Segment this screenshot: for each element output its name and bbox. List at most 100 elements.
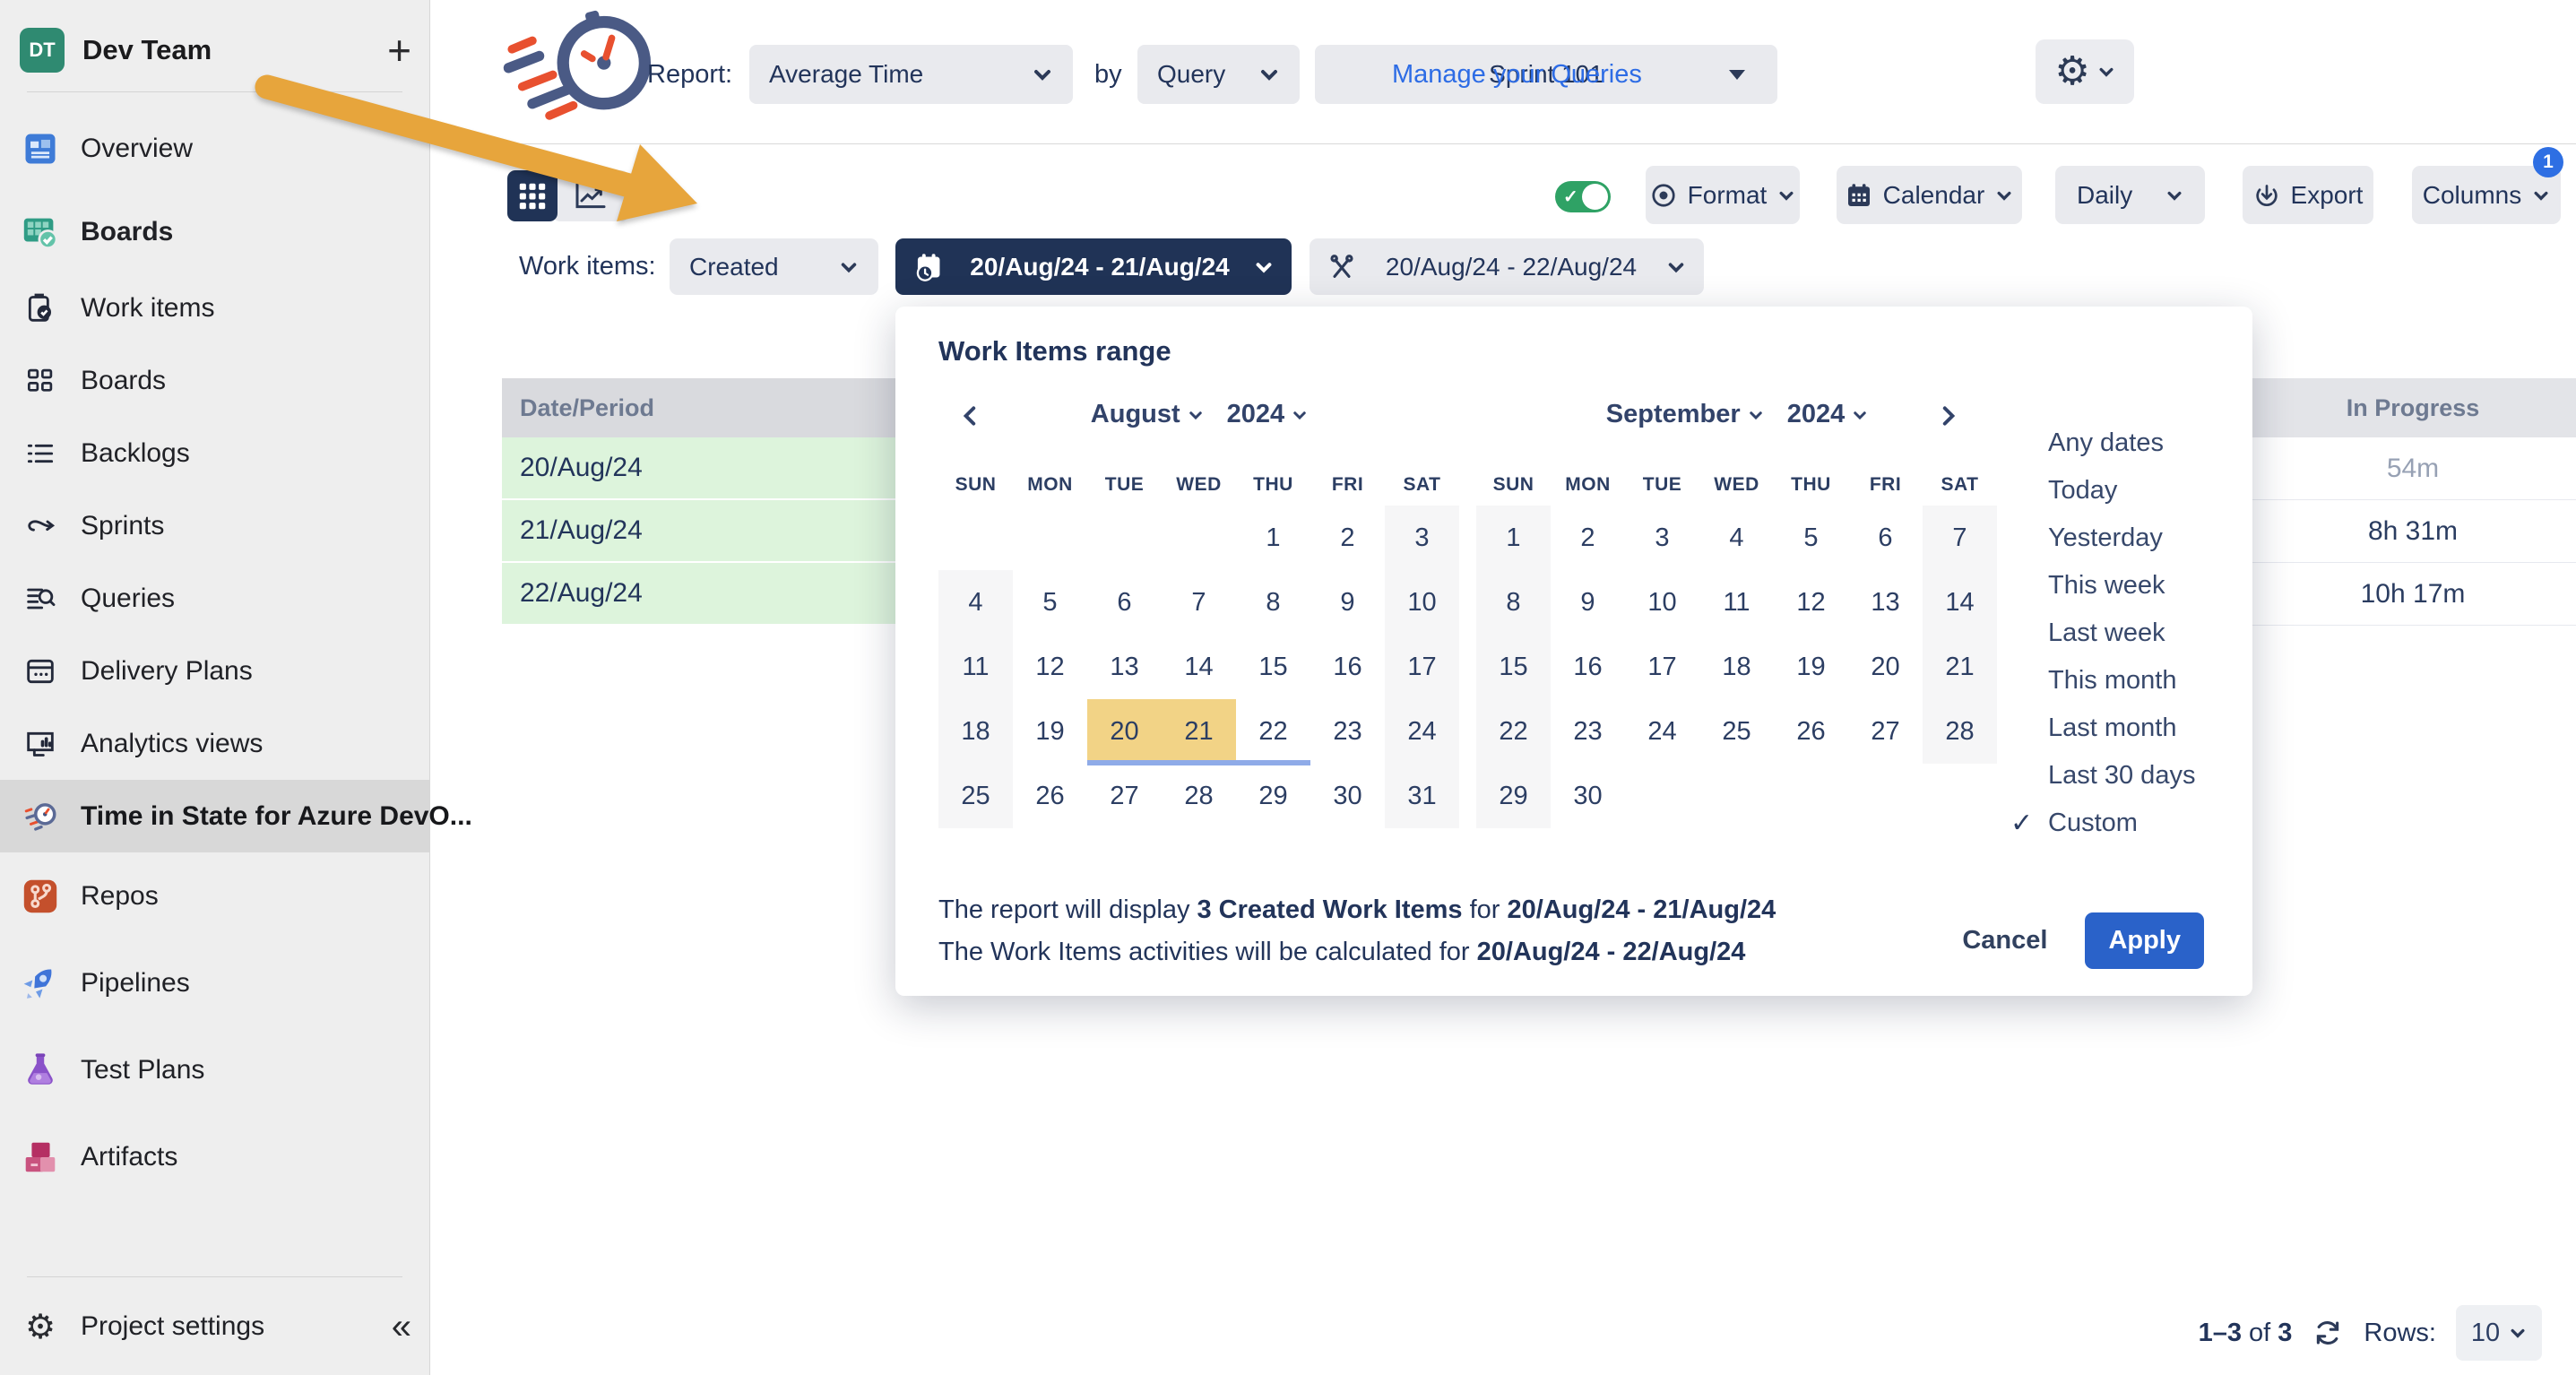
work-items-state-dropdown[interactable]: Created (670, 238, 878, 295)
calendar-day[interactable]: 11 (1699, 570, 1774, 635)
calendar-day[interactable]: 5 (1013, 570, 1087, 635)
sidebar-item-analytics-views[interactable]: Analytics views (0, 707, 429, 780)
calendar-day[interactable]: 6 (1087, 570, 1162, 635)
calendar-day[interactable]: 1 (1236, 506, 1310, 570)
add-project-button[interactable]: + (382, 32, 417, 68)
sidebar-item-test-plans[interactable]: Test Plans (0, 1026, 429, 1113)
calendar-day[interactable]: 26 (1774, 699, 1848, 764)
calendar-day[interactable]: 10 (1625, 570, 1699, 635)
calendar-day[interactable]: 2 (1551, 506, 1625, 570)
year-select[interactable]: 2024 (1227, 400, 1309, 429)
calendar-day[interactable]: 25 (1699, 699, 1774, 764)
calendar-day[interactable]: 3 (1625, 506, 1699, 570)
calendar-day[interactable]: 26 (1013, 764, 1087, 828)
preset-option-yesterday[interactable]: Yesterday (2007, 515, 2249, 562)
calendar-day[interactable]: 1 (1476, 506, 1551, 570)
preset-option-custom[interactable]: ✓Custom (2007, 800, 2249, 847)
calendar-day[interactable]: 21 (1923, 635, 1997, 699)
calendar-day[interactable]: 12 (1013, 635, 1087, 699)
calendar-day[interactable]: 6 (1848, 506, 1923, 570)
calendar-day[interactable]: 4 (938, 570, 1013, 635)
calendar-day[interactable]: 14 (1923, 570, 1997, 635)
rows-per-page-dropdown[interactable]: 10 (2456, 1305, 2542, 1361)
calendar-day[interactable]: 14 (1162, 635, 1236, 699)
calendar-day[interactable]: 2 (1310, 506, 1385, 570)
calendar-day[interactable]: 30 (1551, 764, 1625, 828)
sidebar-item-overview[interactable]: Overview (0, 106, 429, 192)
calendar-day[interactable]: 9 (1551, 570, 1625, 635)
calendar-day[interactable]: 13 (1848, 570, 1923, 635)
cancel-button[interactable]: Cancel (1955, 915, 2054, 966)
calendar-day[interactable]: 28 (1923, 699, 1997, 764)
calendar-day[interactable]: 23 (1310, 699, 1385, 764)
column-header-in-progress[interactable]: In Progress (2250, 378, 2576, 437)
preset-option-last-30-days[interactable]: Last 30 days (2007, 752, 2249, 800)
sidebar-item-queries[interactable]: Queries (0, 562, 429, 635)
chart-view-button[interactable] (552, 170, 629, 221)
sidebar-item-boards[interactable]: Boards (0, 192, 429, 272)
calendar-day[interactable]: 3 (1385, 506, 1459, 570)
calendar-day[interactable]: 27 (1087, 764, 1162, 828)
calendar-day[interactable]: 29 (1236, 764, 1310, 828)
sidebar-item-work-items[interactable]: Work items (0, 272, 429, 344)
sidebar-item-artifacts[interactable]: Artifacts (0, 1113, 429, 1200)
calendar-day[interactable]: 13 (1087, 635, 1162, 699)
calendar-day[interactable]: 28 (1162, 764, 1236, 828)
preset-option-any-dates[interactable]: Any dates (2007, 419, 2249, 467)
preset-option-last-week[interactable]: Last week (2007, 610, 2249, 657)
calendar-day[interactable]: 7 (1923, 506, 1997, 570)
calendar-day[interactable]: 9 (1310, 570, 1385, 635)
calendar-day[interactable]: 16 (1310, 635, 1385, 699)
sidebar-item-sprints[interactable]: Sprints (0, 489, 429, 562)
refresh-button[interactable] (2312, 1317, 2344, 1349)
export-button[interactable]: Export (2243, 166, 2373, 224)
calendar-day[interactable]: 24 (1385, 699, 1459, 764)
report-type-dropdown[interactable]: Average Time (749, 45, 1073, 104)
calendar-day[interactable]: 20 (1087, 699, 1162, 764)
calculation-range-dropdown[interactable]: 20/Aug/24 - 22/Aug/24 (1310, 238, 1704, 295)
sidebar-item-backlogs[interactable]: Backlogs (0, 417, 429, 489)
manage-queries-link[interactable]: Manage your Queries (1392, 45, 1642, 104)
calendar-day[interactable]: 25 (938, 764, 1013, 828)
calendar-day[interactable]: 19 (1013, 699, 1087, 764)
preset-option-this-month[interactable]: This month (2007, 657, 2249, 705)
calendar-day[interactable]: 19 (1774, 635, 1848, 699)
report-range-dropdown[interactable]: 20/Aug/24 - 21/Aug/24 (895, 238, 1292, 295)
period-dropdown[interactable]: Daily (2055, 166, 2205, 224)
month-select[interactable]: August (1091, 400, 1204, 429)
sidebar-item-time-in-state-for-azure-devo[interactable]: Time in State for Azure DevO... (0, 780, 429, 852)
sidebar-item-delivery-plans[interactable]: Delivery Plans (0, 635, 429, 707)
year-select[interactable]: 2024 (1787, 400, 1869, 429)
preset-option-this-week[interactable]: This week (2007, 562, 2249, 610)
calendar-day[interactable]: 8 (1236, 570, 1310, 635)
group-by-dropdown[interactable]: Query (1137, 45, 1300, 104)
settings-gear-button[interactable]: ⚙ (2036, 39, 2134, 104)
calendar-day[interactable]: 21 (1162, 699, 1236, 764)
calendar-day[interactable]: 18 (938, 699, 1013, 764)
calendar-day[interactable]: 22 (1236, 699, 1310, 764)
calendar-day[interactable]: 24 (1625, 699, 1699, 764)
calendar-day[interactable]: 31 (1385, 764, 1459, 828)
sidebar-item-project-settings[interactable]: ⚙ Project settings « (20, 1298, 411, 1355)
sidebar-item-pipelines[interactable]: Pipelines (0, 939, 429, 1026)
calendar-day[interactable]: 15 (1476, 635, 1551, 699)
apply-button[interactable]: Apply (2085, 912, 2204, 969)
calendar-button[interactable]: Calendar (1837, 166, 2022, 224)
collapse-sidebar-icon[interactable]: « (392, 1307, 411, 1347)
calendar-day[interactable]: 20 (1848, 635, 1923, 699)
month-select[interactable]: September (1606, 400, 1764, 429)
calendar-day[interactable]: 11 (938, 635, 1013, 699)
calendar-day[interactable]: 17 (1625, 635, 1699, 699)
sidebar-item-boards[interactable]: Boards (0, 344, 429, 417)
calendar-day[interactable]: 16 (1551, 635, 1625, 699)
calendar-day[interactable]: 15 (1236, 635, 1310, 699)
calendar-day[interactable]: 7 (1162, 570, 1236, 635)
calendar-day[interactable]: 30 (1310, 764, 1385, 828)
calendar-day[interactable]: 12 (1774, 570, 1848, 635)
calendar-day[interactable]: 4 (1699, 506, 1774, 570)
calendar-day[interactable]: 23 (1551, 699, 1625, 764)
preset-option-last-month[interactable]: Last month (2007, 705, 2249, 752)
preset-option-today[interactable]: Today (2007, 467, 2249, 515)
calendar-day[interactable]: 5 (1774, 506, 1848, 570)
calendar-day[interactable]: 17 (1385, 635, 1459, 699)
